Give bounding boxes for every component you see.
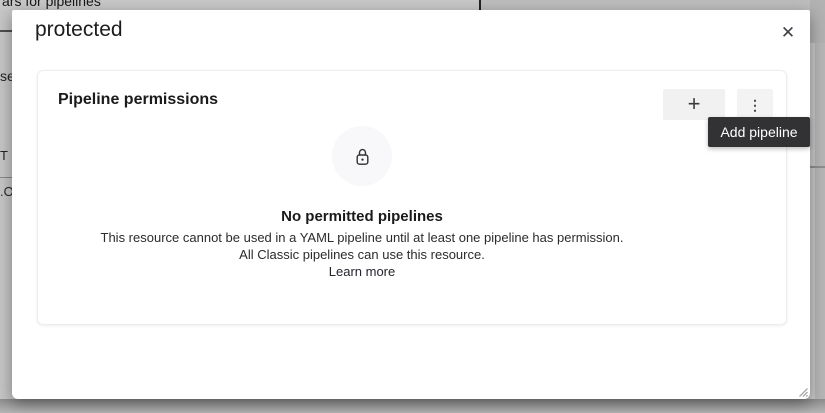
background-bottom-strip <box>0 399 825 413</box>
plus-icon: + <box>688 93 701 115</box>
background-text-fragment: .O <box>0 184 12 199</box>
card-title: Pipeline permissions <box>58 91 218 109</box>
learn-more-link[interactable]: Learn more <box>329 264 395 281</box>
resize-grip-icon <box>796 385 809 398</box>
close-icon: ✕ <box>781 24 795 41</box>
close-button[interactable]: ✕ <box>772 16 804 48</box>
empty-state: No permitted pipelines This resource can… <box>38 121 786 281</box>
lock-icon <box>354 147 371 166</box>
lock-circle <box>332 126 392 186</box>
add-pipeline-button[interactable]: + <box>663 89 725 120</box>
empty-state-heading: No permitted pipelines <box>38 208 686 225</box>
background-right-strip <box>810 0 825 399</box>
background-right-panel-edge <box>815 0 825 399</box>
background-text-fragment: se <box>0 68 12 84</box>
resize-handle[interactable] <box>796 385 809 398</box>
pipeline-permissions-card: Pipeline permissions + ⋮ No permitted pi… <box>37 70 787 325</box>
background-top-strip: ars for pipelines <box>0 0 825 10</box>
background-left-strip: se T .O <box>0 10 12 399</box>
empty-state-line2: All Classic pipelines can use this resou… <box>38 247 686 264</box>
background-divider-line <box>810 166 825 168</box>
background-text-fragment: ars for pipelines <box>2 0 101 9</box>
background-top-right-segment <box>481 0 825 10</box>
tooltip-label: Add pipeline <box>720 124 797 140</box>
empty-state-line1: This resource cannot be used in a YAML p… <box>38 230 686 247</box>
add-pipeline-tooltip: Add pipeline <box>708 117 810 147</box>
background-right-top-block <box>810 0 825 43</box>
kebab-menu-icon: ⋮ <box>748 98 762 112</box>
dialog-title: protected <box>35 18 123 42</box>
pipeline-permissions-dialog: protected ✕ Pipeline permissions + ⋮ No … <box>12 10 810 399</box>
more-options-button[interactable]: ⋮ <box>737 89 773 120</box>
background-divider-line <box>0 177 12 178</box>
background-column-divider <box>479 0 481 10</box>
background-divider-line <box>0 30 12 32</box>
page-background: { "background": { "top_text_fragment": "… <box>0 0 825 413</box>
background-text-fragment: T <box>0 148 8 163</box>
